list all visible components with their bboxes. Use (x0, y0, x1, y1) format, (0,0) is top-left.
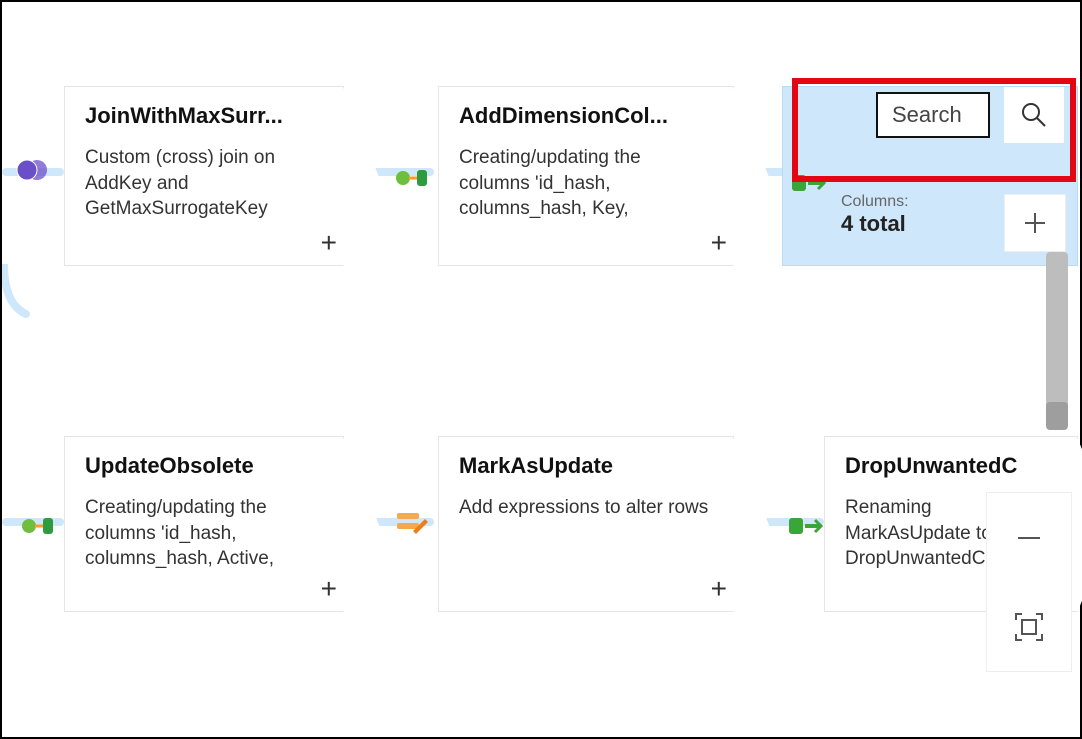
node-desc: Add expressions to alter rows (459, 495, 713, 521)
add-transformation-button[interactable]: + (321, 573, 337, 605)
search-highlight: Search (792, 78, 1076, 182)
add-transformation-button[interactable]: + (711, 573, 727, 605)
flow-node-update-obsolete[interactable]: UpdateObsolete Creating/updating the col… (64, 436, 344, 612)
search-input[interactable]: Search (876, 92, 990, 138)
node-title: JoinWithMaxSurr... (85, 103, 323, 129)
connector-curve (2, 264, 42, 328)
search-placeholder: Search (892, 102, 962, 127)
join-icon (8, 146, 56, 194)
node-desc: Creating/updating the columns 'id_hash, … (85, 495, 323, 572)
flow-node-add-dimension[interactable]: AddDimensionCol... Creating/updating the… (438, 86, 734, 266)
search-button[interactable] (1004, 87, 1064, 143)
derive-column-icon (14, 502, 62, 550)
minus-icon (1012, 521, 1046, 555)
flow-node-join[interactable]: JoinWithMaxSurr... Custom (cross) join o… (64, 86, 344, 266)
columns-count: 4 total (841, 211, 909, 237)
node-desc: Creating/updating the columns 'id_hash, … (459, 145, 713, 222)
node-title: DropUnwantedC (845, 453, 1057, 479)
node-title: UpdateObsolete (85, 453, 323, 479)
flow-node-mark-as-update[interactable]: MarkAsUpdate Add expressions to alter ro… (438, 436, 734, 612)
fit-screen-icon (1012, 610, 1046, 644)
plus-icon (1021, 209, 1049, 237)
select-icon (782, 502, 830, 550)
dataflow-canvas[interactable]: JoinWithMaxSurr... Custom (cross) join o… (0, 0, 1082, 739)
add-column-button[interactable] (1004, 194, 1066, 252)
scroll-thumb[interactable] (1046, 252, 1068, 412)
node-desc: Custom (cross) join on AddKey and GetMax… (85, 145, 323, 222)
node-title: AddDimensionCol... (459, 103, 713, 129)
zoom-out-button[interactable] (987, 493, 1071, 582)
search-icon (1019, 100, 1049, 130)
fit-to-screen-button[interactable] (987, 582, 1071, 671)
add-transformation-button[interactable]: + (321, 227, 337, 259)
alter-row-icon (388, 500, 436, 548)
add-transformation-button[interactable]: + (711, 227, 727, 259)
derive-column-icon (388, 154, 436, 202)
node-title: MarkAsUpdate (459, 453, 713, 479)
zoom-controls (986, 492, 1072, 672)
scroll-thumb-knob[interactable] (1046, 402, 1068, 430)
columns-label: Columns: (841, 193, 909, 211)
